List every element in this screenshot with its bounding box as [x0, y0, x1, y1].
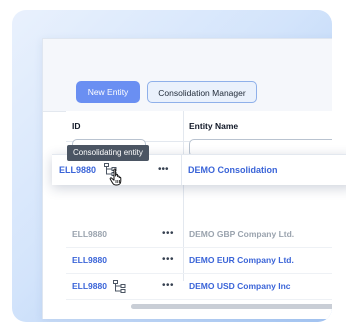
toolbar: New Entity Consolidation Manager — [43, 39, 332, 112]
table-row[interactable]: ELL9880 ••• DEMO GBP Company Ltd. — [66, 221, 332, 248]
scrollbar-thumb[interactable] — [131, 304, 332, 309]
entity-id-link[interactable]: ELL9880 — [72, 273, 107, 299]
entity-name-link[interactable]: DEMO EUR Company Ltd. — [189, 247, 294, 273]
column-header-id[interactable]: ID — [72, 111, 81, 141]
hand-pointer-icon — [109, 168, 122, 186]
table-row[interactable]: ELL9880 ••• DEMO EUR Company Ltd. — [66, 247, 332, 274]
row-menu-icon[interactable]: ••• — [162, 247, 174, 273]
horizontal-scrollbar[interactable] — [131, 304, 332, 309]
entity-name-link[interactable]: DEMO GBP Company Ltd. — [189, 221, 294, 247]
row-menu-icon[interactable]: ••• — [162, 273, 174, 299]
entity-name-link[interactable]: DEMO Consolidation — [188, 155, 278, 185]
entity-id-link[interactable]: ELL9880 — [72, 247, 107, 273]
row-menu-icon[interactable]: ••• — [158, 155, 169, 185]
consolidating-entity-tooltip: Consolidating entity — [67, 145, 149, 161]
row-menu-icon[interactable]: ••• — [162, 221, 174, 247]
new-entity-button[interactable]: New Entity — [76, 81, 140, 103]
entities-table: ID Entity Name ELL9880 ••• DEMO GBP Comp… — [66, 111, 332, 309]
hierarchy-tree-icon[interactable] — [113, 280, 126, 293]
table-row[interactable]: ELL9880 ••• DEMO USD Company Inc — [66, 273, 332, 300]
consolidation-manager-button[interactable]: Consolidation Manager — [147, 81, 257, 103]
column-divider — [181, 155, 182, 185]
entity-id-link[interactable]: ELL9880 — [72, 221, 107, 247]
column-header-entity-name[interactable]: Entity Name — [189, 111, 238, 141]
entity-name-link[interactable]: DEMO USD Company Inc — [189, 273, 291, 299]
